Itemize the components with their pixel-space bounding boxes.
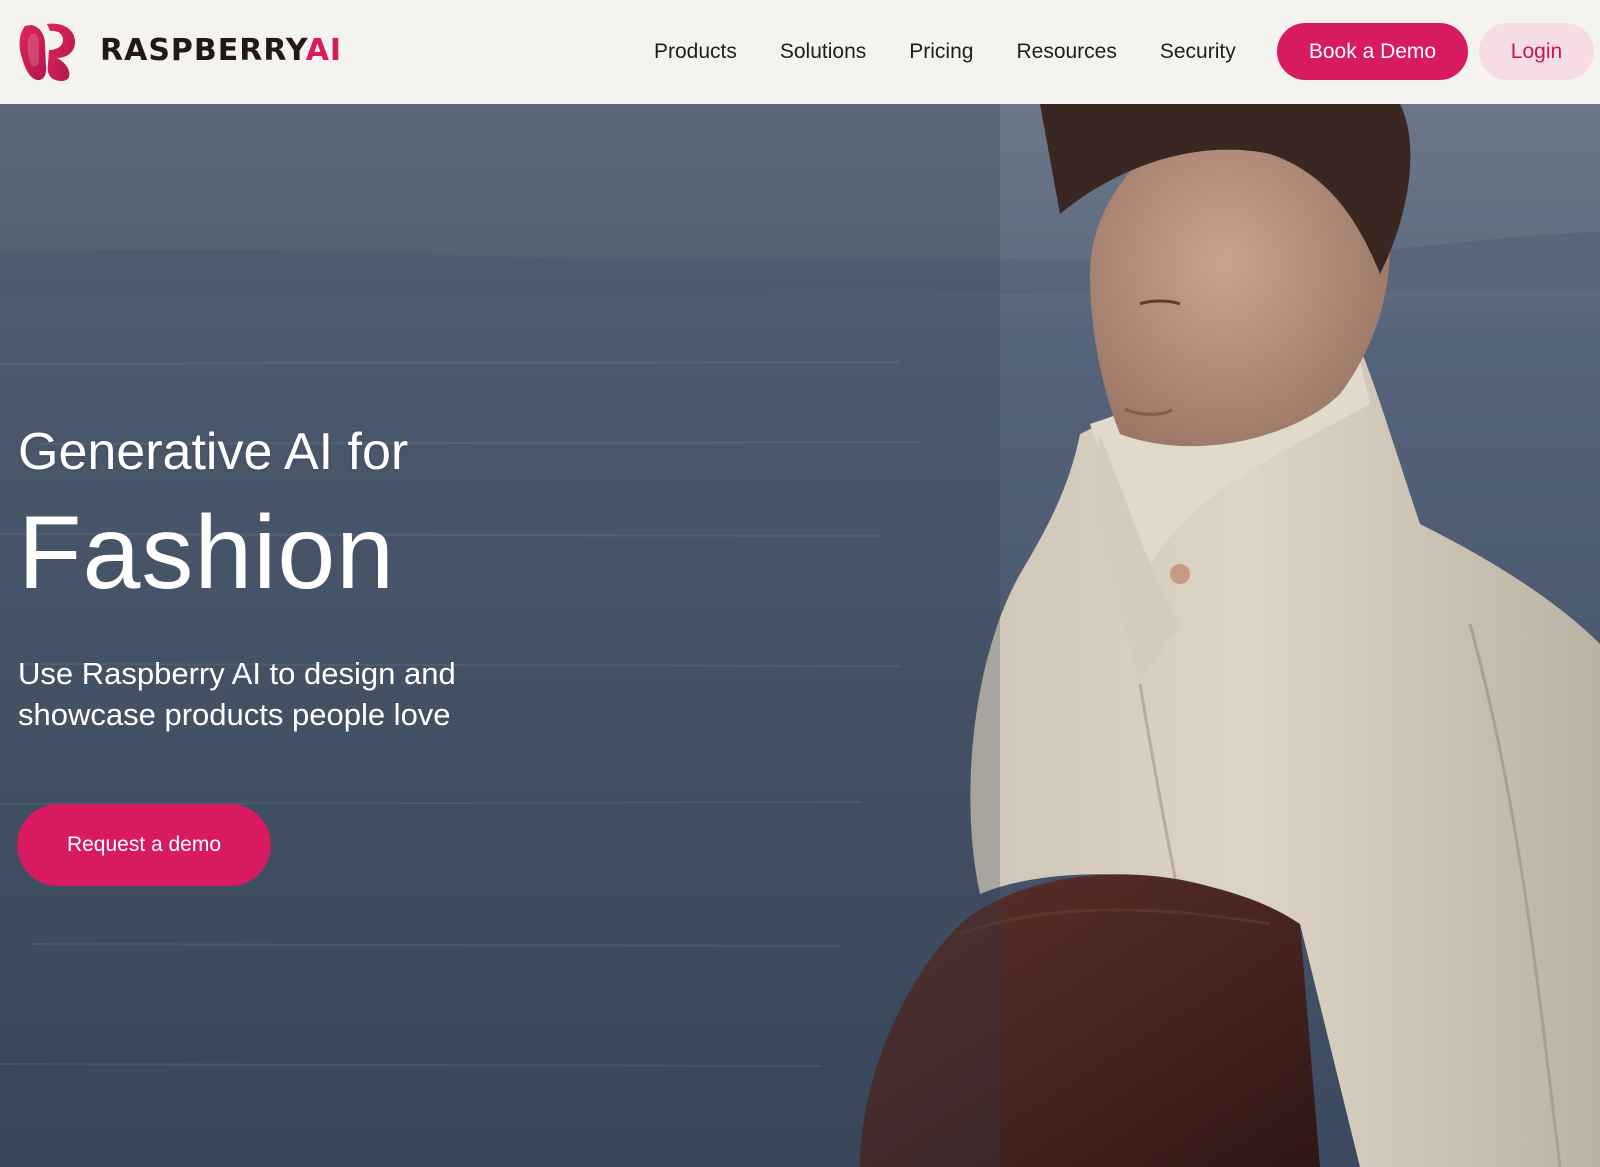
site-header: RASPBERRYAI Products Solutions Pricing R… bbox=[0, 0, 1600, 104]
brand-wordmark: RASPBERRYAI bbox=[100, 36, 342, 66]
nav-item-resources[interactable]: Resources bbox=[1016, 40, 1116, 64]
main-nav: Products Solutions Pricing Resources Sec… bbox=[654, 0, 1236, 104]
nav-item-pricing[interactable]: Pricing bbox=[909, 40, 973, 64]
hero-kicker: Generative AI for bbox=[18, 423, 409, 481]
brand-name-accent: AI bbox=[305, 33, 343, 68]
hero-subtitle: Use Raspberry AI to design and showcase … bbox=[18, 656, 456, 733]
book-demo-button[interactable]: Book a Demo bbox=[1277, 23, 1468, 80]
nav-item-products[interactable]: Products bbox=[654, 40, 737, 64]
brand-name-main: RASPBERRY bbox=[100, 33, 306, 68]
hero-section: Generative AI for Fashion Use Raspberry … bbox=[0, 104, 1600, 1167]
login-button[interactable]: Login bbox=[1479, 23, 1594, 80]
raspberry-logo-icon bbox=[19, 23, 75, 82]
nav-item-security[interactable]: Security bbox=[1160, 40, 1236, 64]
hero-title: Fashion bbox=[18, 495, 395, 612]
brand-logo-link[interactable]: RASPBERRYAI bbox=[17, 20, 342, 82]
nav-item-solutions[interactable]: Solutions bbox=[780, 40, 866, 64]
hero-copy: Generative AI for Fashion Use Raspberry … bbox=[18, 423, 578, 735]
request-demo-button[interactable]: Request a demo bbox=[17, 804, 271, 886]
